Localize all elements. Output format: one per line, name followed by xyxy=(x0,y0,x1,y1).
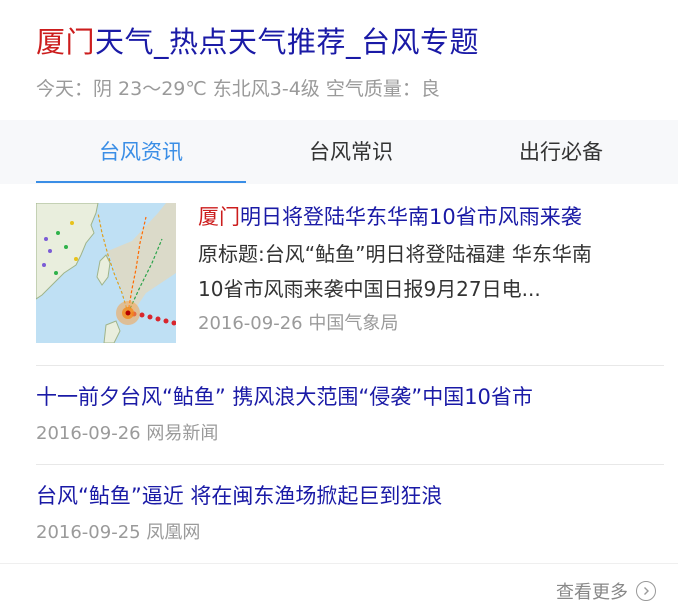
news-meta: 2016-09-26 网易新闻 xyxy=(36,419,664,449)
news-date: 2016-09-26 xyxy=(198,313,303,334)
view-more-label: 查看更多 xyxy=(556,582,628,603)
tab-travel-essentials[interactable]: 出行必备 xyxy=(456,120,666,184)
tab-typhoon-knowledge[interactable]: 台风常识 xyxy=(246,120,456,184)
typhoon-track-map-thumbnail[interactable] xyxy=(36,203,176,343)
news-source: 中国气象局 xyxy=(308,313,399,334)
view-more-button[interactable]: 查看更多 xyxy=(556,576,656,606)
news-date: 2016-09-25 xyxy=(36,522,141,543)
news-item-featured[interactable]: 厦门明日将登陆华东华南10省市风雨来袭 原标题:台风“鲇鱼”明日将登陆福建 华东… xyxy=(36,203,664,345)
footer-divider xyxy=(0,563,678,564)
typhoon-map-image xyxy=(36,203,176,343)
weather-summary: 今天：阴 23～29℃ 东北风3-4级 空气质量：良 xyxy=(36,78,440,100)
news-item[interactable]: 十一前夕台风“鲇鱼” 携风浪大范围“侵袭”中国10省市 2016-09-26 网… xyxy=(36,381,664,449)
news-item[interactable]: 台风“鲇鱼”逼近 将在闽东渔场掀起巨到狂浪 2016-09-25 凤凰网 xyxy=(36,480,664,548)
title-text: 天气_热点天气推荐_台风专题 xyxy=(95,25,480,59)
news-meta: 2016-09-26 中国气象局 xyxy=(198,309,398,339)
active-tab-indicator xyxy=(36,181,246,183)
news-date: 2016-09-26 xyxy=(36,423,141,444)
news-headline[interactable]: 台风“鲇鱼”逼近 将在闽东渔场掀起巨到狂浪 xyxy=(36,480,664,512)
news-summary: 原标题:台风“鲇鱼”明日将登陆福建 华东华南 10省市风雨来袭中国日报9月27日… xyxy=(198,237,668,307)
page-title[interactable]: 厦门天气_热点天气推荐_台风专题 xyxy=(36,22,479,62)
news-meta: 2016-09-25 凤凰网 xyxy=(36,518,664,548)
tab-typhoon-news[interactable]: 台风资讯 xyxy=(36,120,246,184)
chevron-right-circle-icon xyxy=(636,581,656,601)
news-headline[interactable]: 十一前夕台风“鲇鱼” 携风浪大范围“侵袭”中国10省市 xyxy=(36,381,664,413)
headline-highlight: 厦门 xyxy=(198,205,240,229)
summary-line: 10省市风雨来袭中国日报9月27日电... xyxy=(198,277,541,301)
divider xyxy=(36,464,664,465)
news-source: 网易新闻 xyxy=(146,423,219,444)
news-source: 凤凰网 xyxy=(146,522,201,543)
title-city: 厦门 xyxy=(36,25,96,59)
summary-line: 原标题:台风“鲇鱼”明日将登陆福建 华东华南 xyxy=(198,242,592,266)
divider xyxy=(36,365,664,366)
headline-text: 明日将登陆华东华南10省市风雨来袭 xyxy=(240,205,582,229)
news-headline[interactable]: 厦门明日将登陆华东华南10省市风雨来袭 xyxy=(198,201,678,233)
tab-bar: 台风资讯 台风常识 出行必备 xyxy=(0,120,678,184)
